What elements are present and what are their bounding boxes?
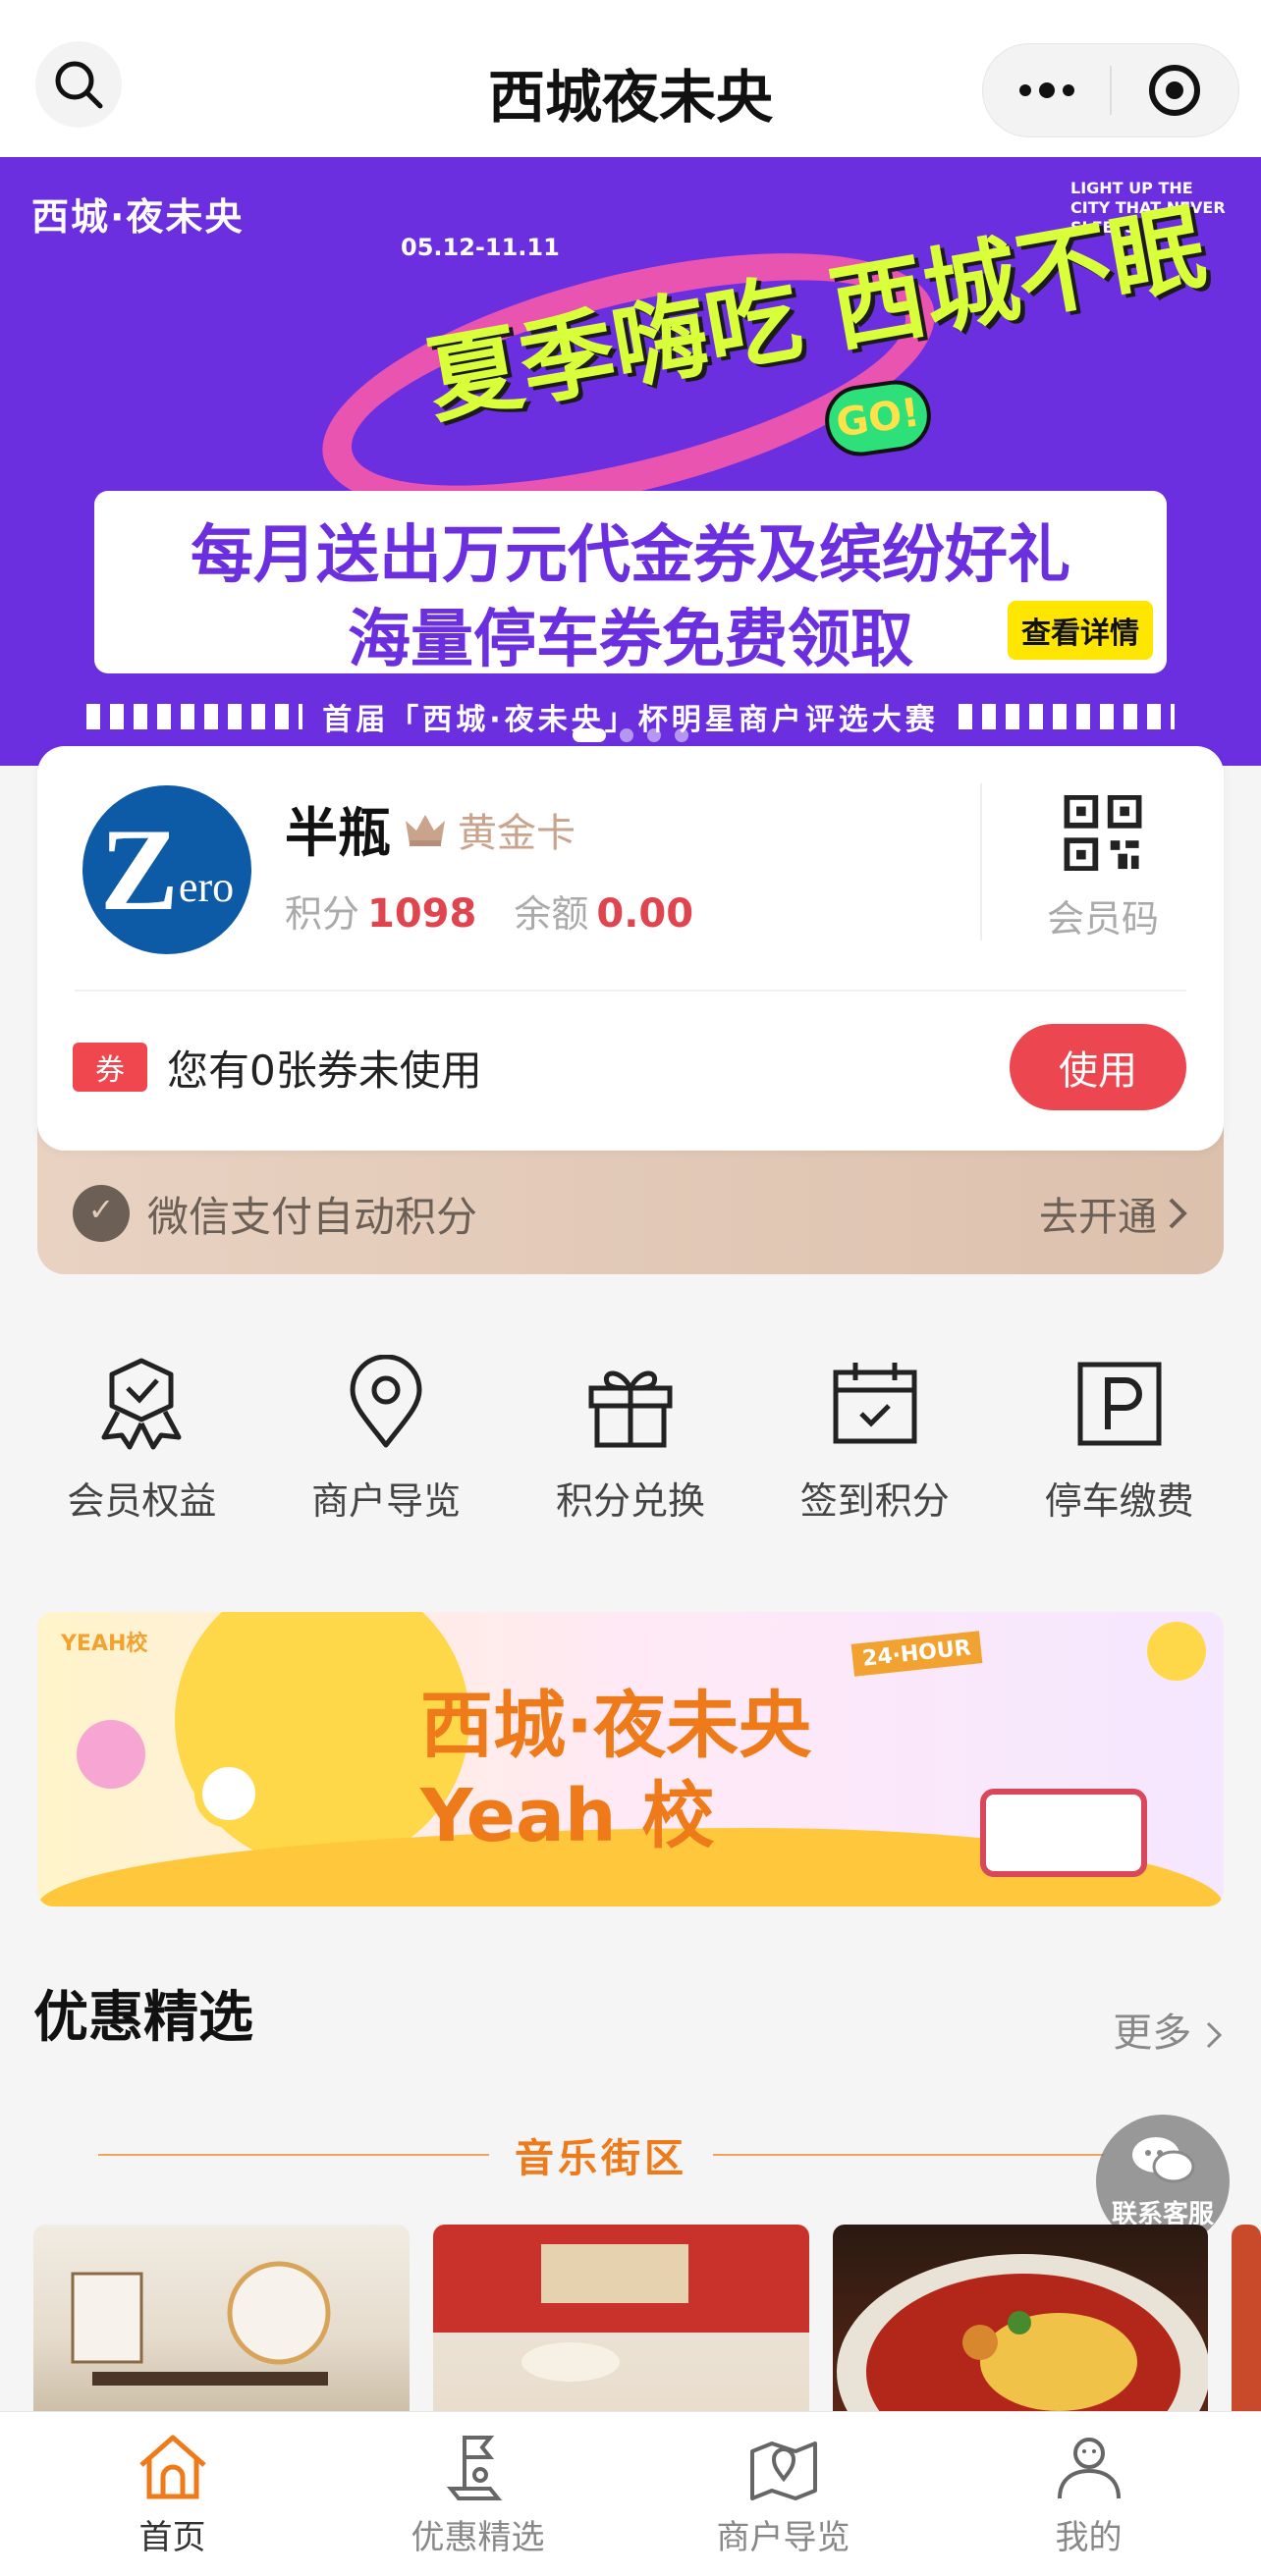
tab-profile[interactable]: 我的 (971, 2412, 1207, 2576)
tab-home[interactable]: 首页 (55, 2412, 291, 2576)
carousel-dot (620, 728, 633, 742)
deal-card-partial[interactable] (1232, 2225, 1261, 2411)
carousel-dot (675, 728, 688, 742)
location-pin-icon (350, 1355, 422, 1448)
medal-icon (101, 1358, 182, 1450)
chevron-right-icon (1206, 2021, 1223, 2049)
tab-label: 优惠精选 (411, 2518, 545, 2557)
quick-item-merchant-guide[interactable]: 商户导览 (278, 1355, 494, 1551)
coupon-ticket-icon: 券 (73, 1043, 147, 1092)
flower-decoration (194, 1759, 263, 1828)
deal-card[interactable] (33, 2225, 410, 2411)
crown-icon (406, 815, 445, 846)
parking-icon (1077, 1362, 1162, 1446)
user-icon (1057, 2438, 1121, 2499)
van-illustration (980, 1789, 1147, 1877)
mini-program-capsule (982, 43, 1239, 137)
bottom-tab-bar: 首页 优惠精选 商户导览 我的 (0, 2411, 1261, 2576)
quick-item-checkin-points[interactable]: 签到积分 (767, 1355, 983, 1551)
close-mini-program-button[interactable] (1112, 44, 1238, 136)
more-label: 更多 (1113, 2011, 1192, 2056)
hero-notice-line1: 每月送出万元代金券及缤纷好礼 (191, 519, 1070, 592)
flower-decoration (77, 1720, 145, 1789)
balance-label: 余额 (514, 892, 589, 936)
points-value[interactable]: 1098 (367, 891, 476, 937)
card-horizontal-divider (75, 990, 1186, 992)
deal-image-giftbox (432, 2225, 809, 2382)
quick-item-label: 积分兑换 (555, 1479, 705, 1523)
activate-link[interactable]: 去开通 (1039, 1185, 1188, 1242)
hero-brand: 西城·夜未央 (31, 195, 245, 239)
member-qr-label: 会员码 (1046, 897, 1159, 940)
quick-item-label: 商户导览 (311, 1479, 462, 1523)
member-level: 黄金卡 (403, 801, 576, 858)
view-details-button[interactable]: 查看详情 (1008, 601, 1153, 660)
use-coupon-button[interactable]: 使用 (1010, 1024, 1186, 1110)
member-qr-button[interactable]: 会员码 (1010, 795, 1196, 942)
more-link[interactable]: 更多 (1113, 2001, 1224, 2058)
yeah-badge: YEAH校 (61, 1632, 148, 1656)
wechat-pay-label: 微信支付自动积分 (147, 1192, 478, 1241)
wechat-pay-icon (73, 1185, 130, 1242)
street-divider: 音乐街区 (98, 2120, 1104, 2189)
target-icon (1149, 65, 1201, 116)
avatar[interactable]: Z ero (82, 785, 251, 954)
yeah-promo-banner[interactable]: YEAH校 24·HOUR 西城·夜未央 Yeah 校 (37, 1612, 1224, 1906)
street-label: 音乐街区 (515, 2136, 687, 2181)
tab-label: 商户导览 (716, 2518, 850, 2557)
flag-pole-icon (446, 2436, 502, 2500)
top-nav-bar: 西城夜未央 (0, 0, 1261, 157)
quick-item-label: 停车缴费 (1044, 1479, 1194, 1523)
flower-decoration (1147, 1622, 1206, 1681)
deal-image-noodles (836, 2254, 1209, 2411)
carousel-indicator (0, 728, 1261, 742)
card-vertical-divider (980, 783, 982, 940)
hero-notice-panel: 每月送出万元代金券及缤纷好礼 海量停车券免费领取 查看详情 (94, 491, 1167, 676)
activate-label: 去开通 (1039, 1195, 1157, 1240)
points-balance-row: 积分 1098 余额 0.00 (285, 884, 731, 938)
gift-icon (588, 1370, 673, 1448)
balance-value[interactable]: 0.00 (596, 891, 693, 937)
section-title: 优惠精选 (33, 1986, 253, 2050)
deal-image-tearoom (71, 2261, 331, 2386)
quick-entry-grid: 会员权益 商户导览 积分兑换 签到积分 停车缴费 (0, 1355, 1261, 1551)
points-label: 积分 (285, 892, 360, 936)
home-icon (138, 2435, 206, 2499)
deal-cards-row (33, 2225, 1261, 2411)
tab-label: 首页 (138, 2518, 206, 2557)
map-pin-icon (749, 2442, 817, 2500)
calendar-check-icon (833, 1363, 917, 1444)
coupon-row: 券 您有0张券未使用 使用 (73, 1023, 1186, 1111)
hero-dates: 05.12-11.11 (401, 234, 560, 261)
user-name: 半瓶 (285, 802, 391, 864)
tab-deals[interactable]: 优惠精选 (360, 2412, 596, 2576)
more-dots-icon (1018, 84, 1031, 96)
yeah-banner-title: 西城·夜未央 (420, 1684, 812, 1768)
tab-merchant-guide[interactable]: 商户导览 (666, 2412, 902, 2576)
chevron-right-icon (1169, 1198, 1187, 1229)
coupon-status-text: 您有0张券未使用 (167, 1046, 482, 1095)
deal-card[interactable] (432, 2225, 809, 2411)
member-card: Z ero 半瓶 黄金卡 积分 1098 余额 0.00 会员码 券 您有0张券… (37, 746, 1224, 1151)
quick-item-points-exchange[interactable]: 积分兑换 (522, 1355, 739, 1551)
carousel-dot-active (573, 728, 606, 742)
hero-banner[interactable]: 西城·夜未央 05.12-11.11 LIGHT UP THE CITY THA… (0, 157, 1261, 766)
hero-notice-line2: 海量停车券免费领取 (348, 604, 913, 676)
more-menu-button[interactable] (983, 44, 1110, 136)
quick-item-label: 签到积分 (799, 1479, 950, 1523)
carousel-dot (647, 728, 661, 742)
member-level-label: 黄金卡 (458, 811, 576, 856)
tab-label: 我的 (1055, 2518, 1123, 2557)
quick-item-label: 会员权益 (67, 1479, 217, 1523)
deal-card[interactable] (832, 2225, 1209, 2411)
member-card-section: 微信支付自动积分 去开通 Z ero 半瓶 黄金卡 积分 1098 余额 (37, 746, 1224, 1274)
quick-item-parking-payment[interactable]: 停车缴费 (1012, 1355, 1228, 1551)
24-hour-badge: 24·HOUR (850, 1631, 983, 1677)
yeah-banner-subtitle: Yeah 校 (420, 1774, 715, 1858)
chat-bubbles-icon (1132, 2136, 1195, 2182)
qr-code-icon (1064, 795, 1142, 871)
quick-item-member-benefits[interactable]: 会员权益 (33, 1355, 249, 1551)
